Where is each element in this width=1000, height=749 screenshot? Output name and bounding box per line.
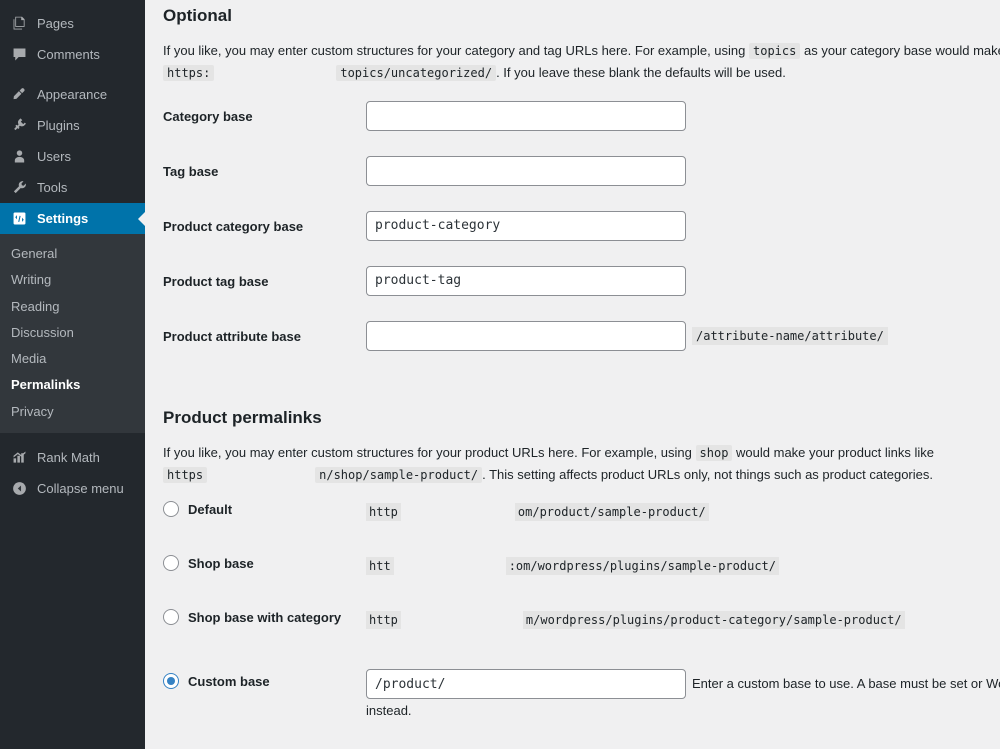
- sidebar-item-appearance[interactable]: Appearance: [0, 79, 145, 110]
- shop-base-radio[interactable]: [163, 555, 179, 572]
- category-base-input[interactable]: [366, 100, 686, 131]
- sidebar-item-settings[interactable]: Settings: [0, 203, 146, 234]
- wordpress-admin-screen: Pages Comments Appearance Plugins Users: [0, 0, 1000, 749]
- product-category-base-input[interactable]: [366, 210, 686, 241]
- field-row-product-attribute-base: Product attribute base /attribute-name/a…: [163, 320, 1000, 375]
- field-row-tag-base: Tag base: [163, 155, 1000, 210]
- settings-submenu: General Writing Reading Discussion Media…: [0, 234, 145, 434]
- default-label[interactable]: Default: [188, 502, 232, 517]
- optional-desc-url-prefix: https:: [163, 64, 215, 81]
- shop-base-label[interactable]: Shop base: [188, 556, 254, 571]
- field-label: Tag base: [163, 163, 219, 179]
- sidebar-item-general[interactable]: General: [0, 241, 145, 267]
- sidebar-item-users[interactable]: Users: [0, 141, 145, 172]
- optional-desc-code-topics: topics: [749, 43, 801, 60]
- optional-section-description: If you like, you may enter custom struct…: [163, 40, 1000, 84]
- sidebar-item-label: Appearance: [37, 87, 108, 102]
- optional-desc-text-2: as your category base would make your: [803, 43, 1000, 59]
- custom-base-label[interactable]: Custom base: [188, 674, 270, 689]
- product-desc-text-2: would make your product links like: [736, 444, 935, 460]
- product-attribute-base-suffix: /attribute-name/attribute/: [692, 326, 888, 345]
- sidebar-divider: [0, 433, 145, 442]
- tag-base-input[interactable]: [366, 155, 686, 186]
- sidebar-item-comments[interactable]: Comments: [0, 39, 145, 70]
- shop-base-with-category-url-suffix: m/wordpress/plugins/product-category/sam…: [522, 611, 905, 630]
- users-icon: [9, 147, 29, 167]
- field-label: Product tag base: [163, 273, 269, 289]
- collapse-arrow-icon: [9, 479, 29, 499]
- optional-section-title: Optional: [163, 6, 232, 25]
- admin-sidebar: Pages Comments Appearance Plugins Users: [0, 0, 146, 749]
- sidebar-item-plugins[interactable]: Plugins: [0, 110, 145, 141]
- sidebar-item-media[interactable]: Media: [0, 346, 145, 372]
- option-row-custom-base: Custom base Enter a custom base to use. …: [163, 661, 1000, 720]
- optional-desc-url-suffix: topics/uncategorized/: [336, 64, 497, 81]
- product-desc-code-shop: shop: [695, 444, 733, 461]
- product-desc-text-1: If you like, you may enter custom struct…: [163, 444, 692, 460]
- field-row-product-tag-base: Product tag base: [163, 265, 1000, 320]
- tools-icon: [9, 178, 29, 198]
- shop-base-with-category-radio[interactable]: [163, 609, 179, 626]
- product-permalinks-description: If you like, you may enter custom struct…: [163, 442, 1000, 486]
- sidebar-item-label: Rank Math: [37, 450, 100, 466]
- product-desc-url-suffix: n/shop/sample-product/: [315, 466, 483, 483]
- sidebar-item-permalinks[interactable]: Permalinks: [0, 372, 145, 398]
- comments-icon: [9, 45, 29, 65]
- custom-base-radio[interactable]: [163, 673, 179, 690]
- shop-base-url-suffix: :om/wordpress/plugins/sample-product/: [505, 557, 779, 576]
- field-row-product-category-base: Product category base: [163, 210, 1000, 265]
- permalink-settings-content: Optional If you like, you may enter cust…: [145, 0, 1000, 749]
- option-row-default: Default http om/product/sample-product/: [163, 499, 1000, 553]
- sidebar-item-label: Settings: [37, 211, 89, 226]
- product-permalink-options: Default http om/product/sample-product/ S…: [163, 499, 1000, 720]
- field-row-category-base: Category base: [163, 100, 1000, 155]
- custom-base-help-line2: instead.: [366, 703, 412, 719]
- rank-math-icon: [9, 448, 29, 468]
- plugins-icon: [9, 116, 29, 136]
- default-url-suffix: om/product/sample-product/: [514, 503, 709, 522]
- product-desc-text-3: . This setting affects product URLs only…: [482, 466, 933, 482]
- product-desc-url-prefix: https: [163, 466, 208, 483]
- field-label: Category base: [163, 108, 253, 124]
- sidebar-item-tools[interactable]: Tools: [0, 172, 145, 203]
- sidebar-item-label: Comments: [37, 47, 100, 62]
- default-url-prefix: http: [366, 503, 401, 522]
- product-attribute-base-input[interactable]: [366, 320, 686, 351]
- sidebar-item-pages[interactable]: Pages: [0, 8, 145, 39]
- settings-icon: [9, 209, 29, 229]
- sidebar-item-reading[interactable]: Reading: [0, 294, 145, 320]
- shop-base-with-category-url-prefix: http: [366, 611, 401, 630]
- field-label: Product category base: [163, 218, 304, 234]
- sidebar-item-label: Pages: [37, 16, 74, 31]
- sidebar-item-label: Collapse menu: [37, 481, 124, 497]
- product-tag-base-input[interactable]: [366, 265, 686, 296]
- custom-base-input[interactable]: [366, 669, 686, 700]
- permalink-fields-table: Category base Tag base Product category …: [163, 100, 1000, 375]
- sidebar-item-discussion[interactable]: Discussion: [0, 320, 145, 346]
- sidebar-item-privacy[interactable]: Privacy: [0, 399, 145, 425]
- sidebar-item-label: Plugins: [37, 118, 80, 133]
- shop-base-with-category-label[interactable]: Shop base with category: [188, 610, 341, 625]
- sidebar-item-rank-math[interactable]: Rank Math: [0, 442, 145, 473]
- optional-desc-text-3: . If you leave these blank the defaults …: [496, 64, 786, 80]
- sidebar-item-label: Users: [37, 149, 71, 164]
- optional-desc-text-1: If you like, you may enter custom struct…: [163, 43, 746, 59]
- field-label: Product attribute base: [163, 328, 301, 344]
- collapse-menu-button[interactable]: Collapse menu: [0, 473, 145, 504]
- appearance-icon: [9, 85, 29, 105]
- shop-base-url-prefix: htt: [366, 557, 394, 576]
- default-radio[interactable]: [163, 501, 179, 518]
- sidebar-item-writing[interactable]: Writing: [0, 267, 145, 293]
- option-row-shop-base: Shop base htt :om/wordpress/plugins/sampl…: [163, 553, 1000, 607]
- sidebar-item-label: Tools: [37, 180, 68, 195]
- product-permalinks-title: Product permalinks: [163, 407, 322, 427]
- custom-base-help-line1: Enter a custom base to use. A base must …: [692, 676, 1000, 692]
- pages-icon: [9, 14, 29, 34]
- option-row-shop-base-with-category: Shop base with category http m/wordpress/…: [163, 607, 1000, 661]
